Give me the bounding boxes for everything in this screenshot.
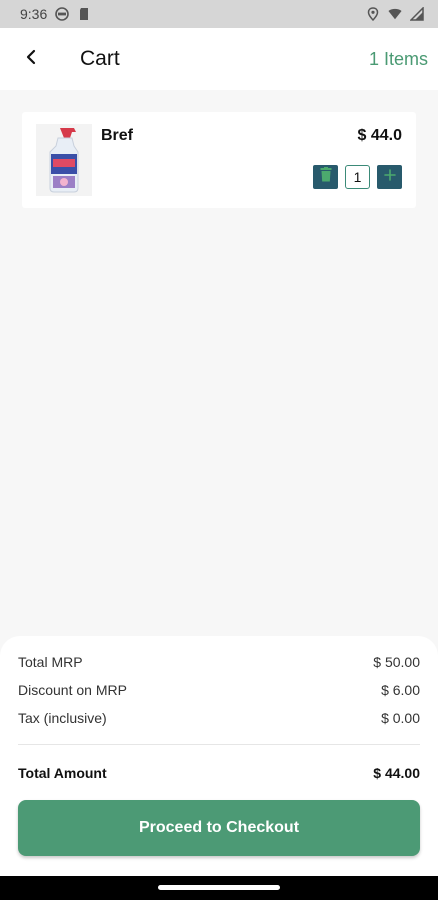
product-name: Bref — [101, 127, 134, 144]
proceed-to-checkout-button[interactable]: Proceed to Checkout — [18, 800, 420, 856]
delete-item-button[interactable] — [313, 165, 338, 189]
sim-card-icon — [77, 7, 91, 21]
page-title: Cart — [80, 47, 120, 70]
status-time: 9:36 — [20, 6, 48, 22]
total-mrp-row: Total MRP $ 50.00 — [18, 654, 420, 670]
cart-item-card: Bref $ 44.0 1 — [22, 112, 416, 208]
summary-value: $ 6.00 — [381, 682, 420, 698]
signal-icon — [410, 7, 424, 21]
system-nav-bar — [0, 876, 438, 900]
tax-row: Tax (inclusive) $ 0.00 — [18, 710, 420, 726]
back-arrow-icon — [24, 49, 38, 70]
product-price: $ 44.0 — [357, 127, 402, 144]
total-amount-value: $ 44.00 — [373, 765, 420, 781]
wifi-icon — [388, 7, 402, 21]
trash-icon — [320, 167, 332, 187]
back-button[interactable] — [0, 28, 62, 90]
quantity-value: 1 — [345, 165, 370, 189]
order-summary-panel: Total MRP $ 50.00 Discount on MRP $ 6.00… — [0, 636, 438, 876]
summary-label: Discount on MRP — [18, 682, 127, 698]
total-amount-label: Total Amount — [18, 765, 107, 781]
summary-label: Tax (inclusive) — [18, 710, 107, 726]
summary-label: Total MRP — [18, 654, 83, 670]
app-bar: Cart 1 Items — [0, 28, 438, 90]
product-image[interactable] — [36, 124, 92, 196]
summary-divider — [18, 744, 420, 745]
quantity-controls: 1 — [313, 165, 402, 189]
plus-icon — [383, 168, 396, 186]
discount-row: Discount on MRP $ 6.00 — [18, 682, 420, 698]
increase-quantity-button[interactable] — [377, 165, 402, 189]
status-bar: 9:36 — [0, 0, 438, 28]
cart-items-count: 1 Items — [368, 48, 428, 69]
status-left: 9:36 — [20, 6, 91, 22]
home-gesture-handle[interactable] — [158, 885, 280, 890]
status-right — [366, 7, 424, 21]
location-icon — [366, 7, 380, 21]
summary-value: $ 0.00 — [381, 710, 420, 726]
total-amount-row: Total Amount $ 44.00 — [18, 765, 420, 781]
vpn-icon — [55, 7, 70, 21]
summary-value: $ 50.00 — [373, 654, 420, 670]
